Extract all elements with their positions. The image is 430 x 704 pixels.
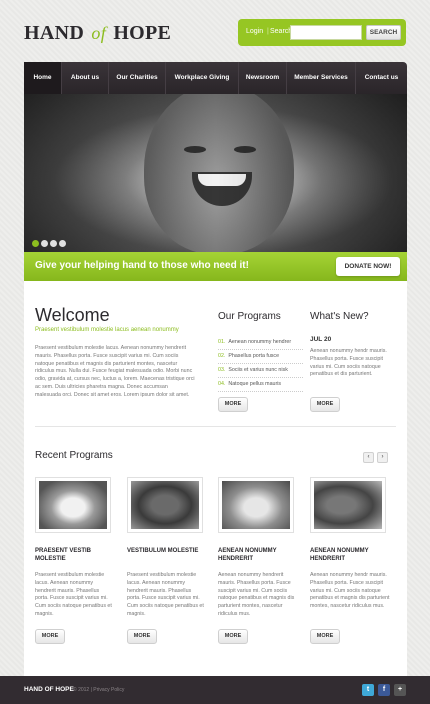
recent-more-button[interactable]: MORE <box>218 629 248 644</box>
facebook-icon[interactable]: f <box>378 684 390 696</box>
program-label: Sociis et varius nunc nisk <box>228 367 288 373</box>
recent-item-body: Praesent vestibulum molestie lacus. Aene… <box>127 572 204 617</box>
recent-item-body: Aenean nonummy hendr mauris. Phasellus p… <box>310 572 390 610</box>
hero-slider-image <box>24 94 407 252</box>
next-arrow-button[interactable]: › <box>377 452 388 463</box>
logo-word-hand: HAND <box>24 22 85 44</box>
welcome-title: Welcome <box>35 305 110 325</box>
search-link[interactable]: Search <box>270 28 292 35</box>
news-title: What's New? <box>310 311 369 322</box>
main-navigation: Home About us Our Charities Workplace Gi… <box>24 62 407 94</box>
program-num: 01. <box>218 339 226 345</box>
slider-dot-3[interactable] <box>50 240 57 247</box>
slider-pagination <box>32 234 68 252</box>
call-to-action-banner: Give your helping hand to those who need… <box>24 252 407 281</box>
logo-word-hope: HOPE <box>113 22 172 44</box>
recent-item-title[interactable]: VESTIBULUM MOLESTIE <box>127 547 207 555</box>
nav-item-about-us[interactable]: About us <box>62 62 108 94</box>
plus-icon[interactable]: + <box>394 684 406 696</box>
program-item[interactable]: 02. Phasellus porta fusce <box>218 350 303 364</box>
login-separator: | <box>267 28 269 35</box>
program-label: Phasellus porta fusce <box>228 353 280 359</box>
slider-dot-2[interactable] <box>41 240 48 247</box>
programs-title: Our Programs <box>218 311 281 322</box>
section-divider <box>35 426 396 427</box>
recent-more-button[interactable]: MORE <box>127 629 157 644</box>
recent-item-title[interactable]: PRAESENT VESTIB MOLESTIE <box>35 547 115 563</box>
welcome-subtitle: Praesent vestibulum molestie lacus aenea… <box>35 327 179 333</box>
programs-list: 01. Aenean nonummy hendrer 02. Phasellus p… <box>218 336 303 392</box>
search-button[interactable]: SEARCH <box>366 25 401 40</box>
child-portrait-photo <box>131 481 199 529</box>
program-item[interactable]: 01. Aenean nonummy hendrer <box>218 336 303 350</box>
site-logo[interactable]: HAND of HOPE <box>24 22 171 45</box>
welcome-body: Praesent vestibulum molestie lacus. Aene… <box>35 345 195 398</box>
recent-item-body: Praesent vestibulum molestie lacus. Aene… <box>35 572 112 617</box>
program-num: 02. <box>218 353 226 359</box>
nav-item-home[interactable]: Home <box>24 62 61 94</box>
search-input[interactable] <box>290 25 362 40</box>
nav-item-newsroom[interactable]: Newsroom <box>239 62 286 94</box>
hero-shade <box>24 94 407 252</box>
recent-item-title[interactable]: AENEAN NONUMMY HENDRERIT <box>310 547 390 563</box>
login-link[interactable]: Login <box>246 28 263 35</box>
program-num: 04. <box>218 381 226 387</box>
donate-now-button[interactable]: DONATE NOW! <box>336 257 400 276</box>
banner-text: Give your helping hand to those who need… <box>35 260 249 271</box>
main-content: Welcome Praesent vestibulum molestie lac… <box>24 281 407 694</box>
hands-photo <box>222 481 290 529</box>
footer-brand: HAND OF HOPE <box>24 686 74 693</box>
news-more-button[interactable]: MORE <box>310 397 340 412</box>
programs-more-button[interactable]: MORE <box>218 397 248 412</box>
nav-item-contact-us[interactable]: Contact us <box>356 62 407 94</box>
slider-dot-4[interactable] <box>59 240 66 247</box>
program-num: 03. <box>218 367 226 373</box>
program-item[interactable]: 04. Natoque pellus mauris <box>218 378 303 392</box>
program-item[interactable]: 03. Sociis et varius nunc nisk <box>218 364 303 378</box>
food-bowl-photo <box>39 481 107 529</box>
login-search-box: Login | Search SEARCH <box>238 19 406 46</box>
program-thumbnail[interactable] <box>218 477 294 533</box>
news-body: Aenean nonummy hendr mauris. Phasellus p… <box>310 348 387 378</box>
recent-more-button[interactable]: MORE <box>35 629 65 644</box>
prev-arrow-button[interactable]: ‹ <box>363 452 374 463</box>
site-footer: HAND OF HOPE © 2012 | Privacy Policy t f… <box>0 676 430 704</box>
nav-item-member-services[interactable]: Member Services <box>287 62 355 94</box>
program-thumbnail[interactable] <box>127 477 203 533</box>
recent-programs-title: Recent Programs <box>35 450 113 461</box>
child-resting-photo <box>314 481 382 529</box>
program-label: Natoque pellus mauris <box>228 381 282 387</box>
footer-copyright[interactable]: © 2012 | Privacy Policy <box>73 687 124 693</box>
twitter-icon[interactable]: t <box>362 684 374 696</box>
program-thumbnail[interactable] <box>35 477 111 533</box>
program-label: Aenean nonummy hendrer <box>228 339 292 345</box>
nav-item-our-charities[interactable]: Our Charities <box>109 62 165 94</box>
logo-word-of: of <box>91 23 107 43</box>
recent-item-title[interactable]: AENEAN NONUMMY HENDRERIT <box>218 547 298 563</box>
nav-item-workplace-giving[interactable]: Workplace Giving <box>166 62 238 94</box>
program-thumbnail[interactable] <box>310 477 386 533</box>
news-date: JUL 20 <box>310 336 332 343</box>
recent-more-button[interactable]: MORE <box>310 629 340 644</box>
slider-dot-1[interactable] <box>32 240 39 247</box>
recent-item-body: Aenean nonummy hendrerit mauris. Phasell… <box>218 572 295 617</box>
